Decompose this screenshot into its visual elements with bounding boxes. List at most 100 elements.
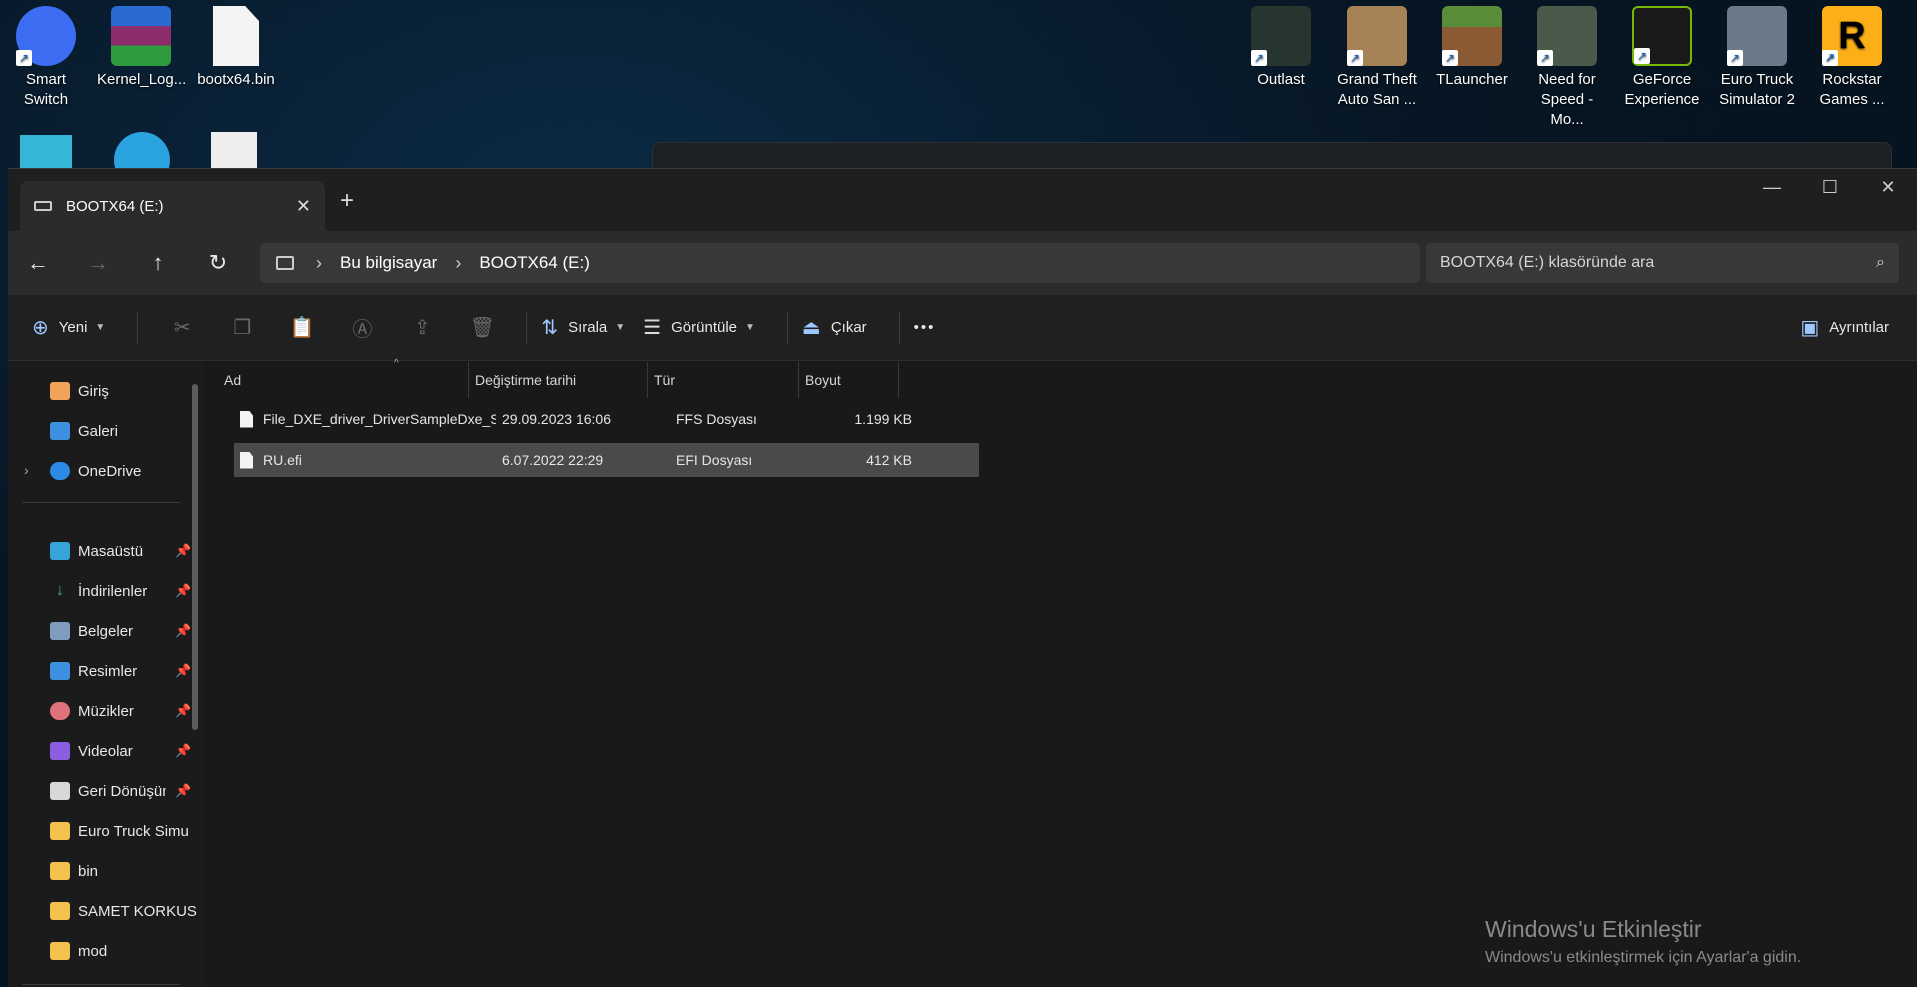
desktop-icon-tlauncher[interactable]: ↗ TLauncher [1428,0,1516,90]
rockstar-icon: R ↗ [1822,6,1882,66]
paste-icon[interactable]: 📋 [272,315,332,340]
sidebar-item-euro-truck[interactable]: Euro Truck Simu [50,822,200,840]
new-button[interactable]: ⊕ Yeni ▼ [32,315,105,340]
sidebar-item-label: Euro Truck Simu [78,822,189,840]
details-button[interactable]: ▣ Ayrıntılar [1800,315,1889,340]
back-button[interactable]: ← [8,250,68,276]
euro-truck-icon: ↗ [1727,6,1787,66]
view-label: Görüntüle [671,319,737,336]
sidebar-item-label: bin [78,862,99,880]
desktop-icon-kernel-log[interactable]: Kernel_Log... [97,0,186,90]
desktop-icon-geforce[interactable]: ↗ GeForce Experience [1618,0,1706,110]
pin-icon[interactable]: 📌 [175,663,191,679]
drive-icon [34,201,52,211]
desktop-icon-partial[interactable] [20,135,72,168]
shortcut-arrow-icon: ↗ [1634,48,1650,64]
sidebar-item-label: OneDrive [78,462,142,480]
chevron-right-icon[interactable]: › [24,462,29,478]
pin-icon[interactable]: 📌 [175,743,191,759]
desktop-icon-gta[interactable]: ↗ Grand Theft Auto San ... [1333,0,1421,110]
sidebar-item-pictures[interactable]: Resimler 📌 [50,662,200,680]
desktop-icon-label: Smart Switch [23,71,69,108]
sidebar-item-recycle-bin[interactable]: Geri Dönüşüm 📌 [50,782,200,800]
sidebar-item-desktop[interactable]: Masaüstü 📌 [50,542,200,560]
onedrive-cloud-icon [50,462,70,480]
close-button[interactable]: ✕ [1859,177,1917,198]
table-row[interactable]: File_DXE_driver_DriverSampleDxe_Setup...… [234,402,979,436]
smart-switch-icon: ↗ [16,6,76,66]
nvidia-icon: ↗ [1632,6,1692,66]
sidebar-item-onedrive[interactable]: OneDrive [50,462,200,480]
address-bar[interactable]: › Bu bilgisayar › BOOTX64 (E:) [260,243,1420,283]
copy-icon[interactable]: ❐ [212,315,272,340]
desktop-icon-outlast[interactable]: ↗ Outlast [1237,0,1325,90]
new-tab-button[interactable]: + [340,187,354,215]
column-header-date[interactable]: Değiştirme tarihi [469,362,648,398]
pin-icon[interactable]: 📌 [175,583,191,599]
sidebar-item-gallery[interactable]: Galeri [50,422,200,440]
sidebar-item-music[interactable]: Müzikler 📌 [50,702,200,720]
shortcut-arrow-icon: ↗ [1251,50,1267,66]
rename-icon[interactable]: Ⓐ [332,313,392,342]
file-type: EFI Dosyası [676,452,753,468]
maximize-button[interactable]: ☐ [1801,177,1859,198]
desktop-icon-smart-switch[interactable]: ↗ Smart Switch [2,0,90,110]
sidebar-item-home[interactable]: Giriş [50,382,200,400]
sidebar-item-videos[interactable]: Videolar 📌 [50,742,200,760]
desktop-icon-label: GeForce Experience [1624,71,1700,108]
sidebar-item-downloads[interactable]: ↓ İndirilenler 📌 [50,582,200,600]
sidebar-item-documents[interactable]: Belgeler 📌 [50,622,200,640]
breadcrumb-drive[interactable]: BOOTX64 (E:) [479,253,590,273]
window-controls: — ☐ ✕ [1743,177,1917,198]
sidebar-item-label: Masaüstü [78,542,144,560]
more-icon: ••• [913,319,936,336]
search-placeholder: BOOTX64 (E:) klasöründe ara [1440,254,1655,271]
tab-close-icon[interactable]: ✕ [296,196,311,217]
sidebar-item-label: mod [78,942,108,960]
search-icon[interactable]: ⌕ [1876,254,1885,272]
column-header-type[interactable]: Tür [648,362,799,398]
cut-icon[interactable]: ✂ [152,315,212,340]
sidebar-item-mod[interactable]: mod [50,942,200,960]
eject-button[interactable]: ⏏ Çıkar [802,315,867,340]
sidebar-item-label: Galeri [78,422,119,440]
navigation-pane: Giriş Galeri › OneDrive Masaüstü 📌 ↓ İndir… [8,362,204,987]
sidebar-item-samet[interactable]: SAMET KORKUS [50,902,200,920]
desktop-icon-euro-truck[interactable]: ↗ Euro Truck Simulator 2 [1713,0,1801,110]
sidebar-scrollbar[interactable] [192,384,198,730]
pin-icon[interactable]: 📌 [175,623,191,639]
desktop-icon-label: Euro Truck Simulator 2 [1719,71,1795,108]
sort-button[interactable]: ⇅ Sırala ▼ [541,315,625,340]
shortcut-arrow-icon: ↗ [1347,50,1363,66]
file-icon-partial[interactable] [211,132,257,168]
pin-icon[interactable]: 📌 [175,703,191,719]
desktop-icon-nfs[interactable]: ↗ Need for Speed - Mo... [1523,0,1611,130]
breadcrumb-this-pc[interactable]: Bu bilgisayar [340,253,437,273]
tab-bootx64[interactable]: BOOTX64 (E:) ✕ [20,181,325,231]
chevron-right-icon[interactable]: › [316,253,322,274]
file-name: File_DXE_driver_DriverSampleDxe_Setup... [263,411,496,427]
desktop-icon-bootx64[interactable]: bootx64.bin [192,0,280,90]
file-type: FFS Dosyası [676,411,757,427]
view-button[interactable]: ☰ Görüntüle ▼ [643,315,755,340]
refresh-button[interactable]: ↻ [188,250,248,276]
up-button[interactable]: ↑ [128,250,188,276]
forward-button[interactable]: → [68,250,128,276]
column-header-size[interactable]: Boyut [799,362,899,398]
sidebar-item-bin[interactable]: bin [50,862,200,880]
share-icon[interactable]: ⇪ [392,315,452,340]
column-header-name[interactable]: Ad [204,362,469,398]
watermark-subtitle: Windows'u etkinleştirmek için Ayarlar'a … [1485,949,1802,966]
pin-icon[interactable]: 📌 [175,783,191,799]
chevron-right-icon[interactable]: › [455,253,461,274]
search-box[interactable]: BOOTX64 (E:) klasöründe ara ⌕ [1426,243,1899,283]
minimize-button[interactable]: — [1743,177,1801,198]
desktop-icon-rockstar[interactable]: R ↗ Rockstar Games ... [1808,0,1896,110]
details-label: Ayrıntılar [1829,319,1889,336]
delete-icon[interactable]: 🗑 [452,315,512,340]
computer-icon [276,256,294,270]
pin-icon[interactable]: 📌 [175,543,191,559]
more-options-button[interactable]: ••• [914,319,936,336]
table-row-selected[interactable]: RU.efi 6.07.2022 22:29 EFI Dosyası 412 K… [234,443,979,477]
sidebar-item-label: İndirilenler [78,582,148,600]
